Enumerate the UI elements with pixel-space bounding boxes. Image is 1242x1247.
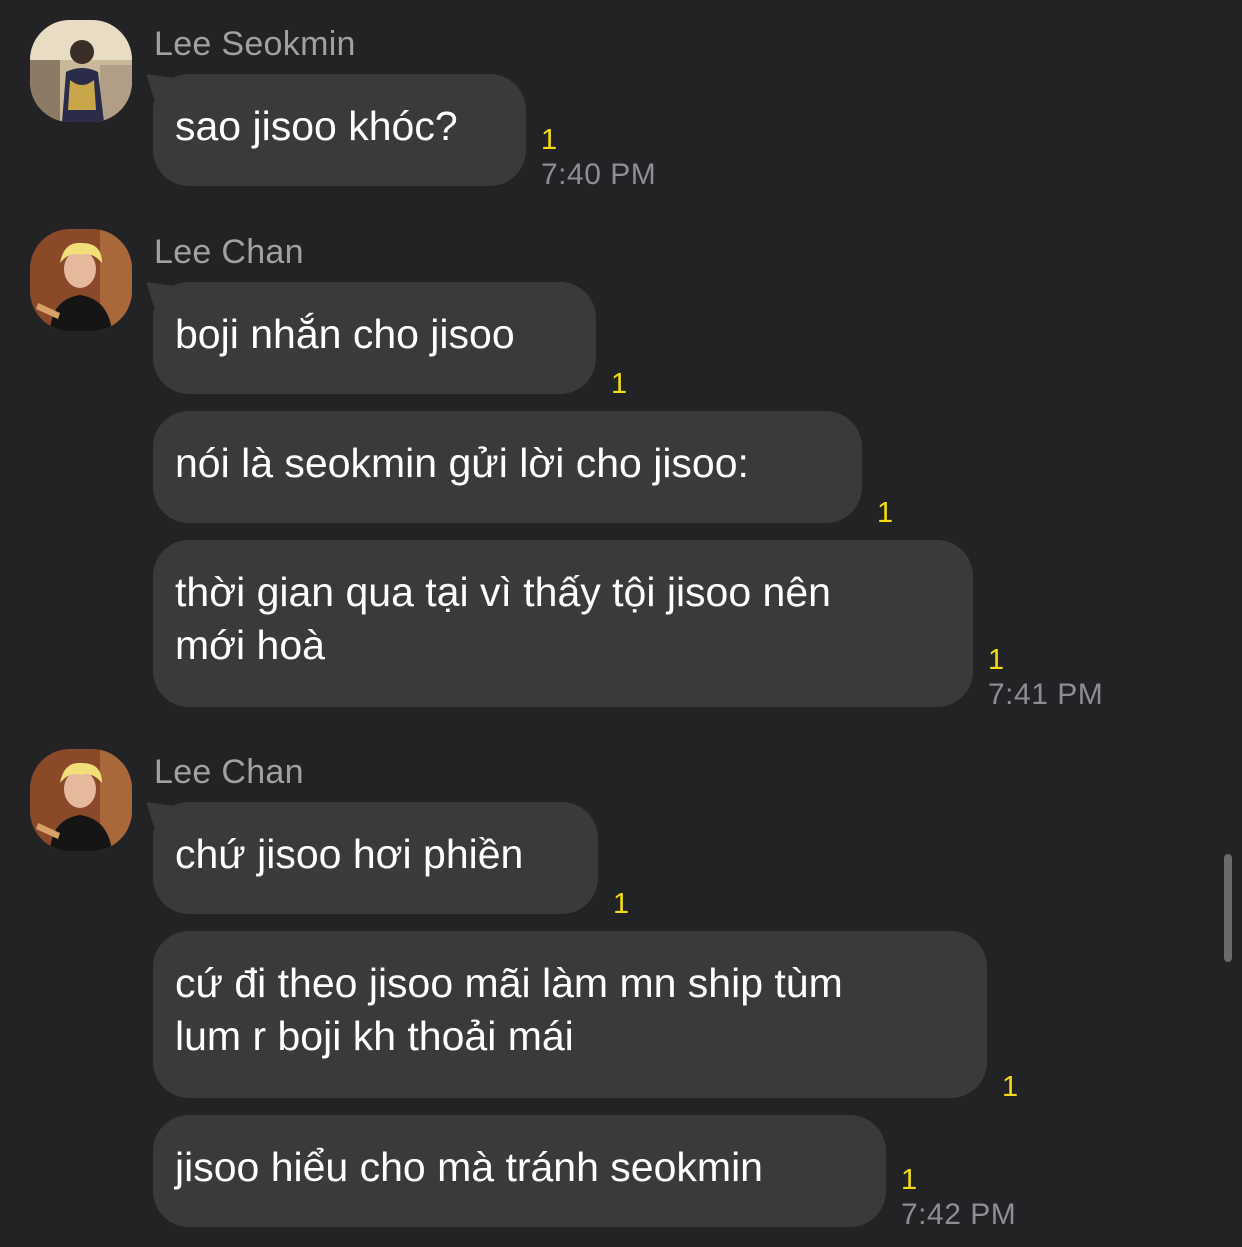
unread-count: 1 <box>541 124 558 156</box>
unread-count: 1 <box>1002 1071 1019 1103</box>
avatar-lee-chan[interactable] <box>30 229 132 331</box>
unread-count: 1 <box>988 644 1005 676</box>
message-text-line: thời gian qua tại vì thấy tội jisoo nên <box>175 569 831 615</box>
message-time: 7:41 PM <box>988 678 1104 711</box>
message-text-line: cứ đi theo jisoo mãi làm mn ship tùm <box>175 960 843 1006</box>
message-text: jisoo hiểu cho mà tránh seokmin <box>175 1144 763 1190</box>
message-bubble[interactable]: sao jisoo khóc? <box>153 74 526 186</box>
scrollbar[interactable] <box>1224 854 1232 962</box>
avatar-lee-chan[interactable] <box>30 749 132 851</box>
unread-count: 1 <box>611 368 628 400</box>
message-text: sao jisoo khóc? <box>175 103 458 149</box>
avatar-lee-seokmin[interactable] <box>30 20 132 122</box>
avatar-photo-icon <box>30 229 132 331</box>
message-bubble[interactable]: chứ jisoo hơi phiền <box>153 802 598 914</box>
message-text-line: lum r boji kh thoải mái <box>175 1013 574 1059</box>
avatar-photo-icon <box>30 20 132 122</box>
sender-name: Lee Chan <box>154 233 304 271</box>
unread-count: 1 <box>613 888 630 920</box>
message-bubble[interactable]: nói là seokmin gửi lời cho jisoo: <box>153 411 862 523</box>
message-bubble[interactable]: thời gian qua tại vì thấy tội jisoo nên … <box>153 540 973 707</box>
message-text: chứ jisoo hơi phiền <box>175 831 524 877</box>
message-bubble[interactable]: jisoo hiểu cho mà tránh seokmin <box>153 1115 886 1227</box>
message-bubble[interactable]: cứ đi theo jisoo mãi làm mn ship tùm lum… <box>153 931 987 1098</box>
sender-name: Lee Chan <box>154 753 304 791</box>
message-text: nói là seokmin gửi lời cho jisoo: <box>175 440 749 486</box>
message-time: 7:40 PM <box>541 158 657 191</box>
avatar-photo-icon <box>30 749 132 851</box>
sender-name: Lee Seokmin <box>154 25 356 63</box>
message-text: boji nhắn cho jisoo <box>175 311 515 357</box>
unread-count: 1 <box>901 1164 918 1196</box>
message-bubble[interactable]: boji nhắn cho jisoo <box>153 282 596 394</box>
message-text-line: mới hoà <box>175 622 325 668</box>
unread-count: 1 <box>877 497 894 529</box>
message-time: 7:42 PM <box>901 1198 1017 1231</box>
